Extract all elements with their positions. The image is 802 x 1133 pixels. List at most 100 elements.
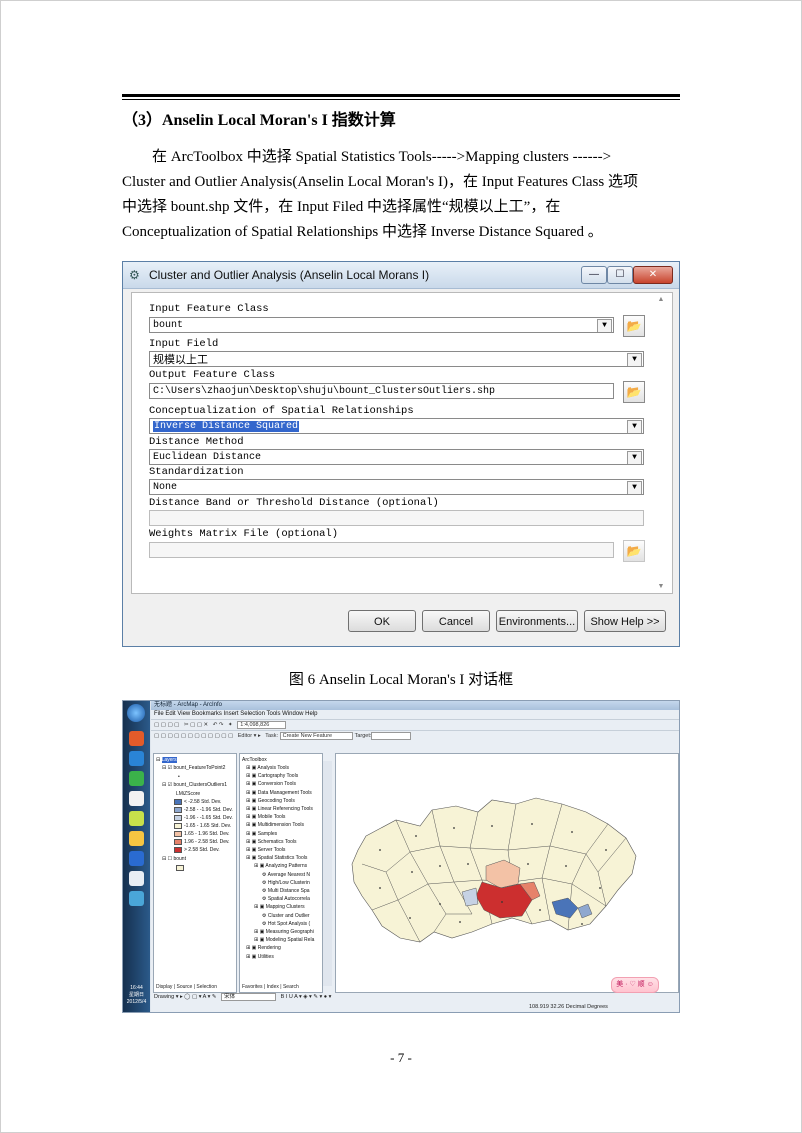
close-button[interactable]: ✕ (633, 266, 673, 284)
toolbox-icon: ⊞ ▣ (246, 806, 258, 812)
app-icon[interactable] (129, 851, 144, 866)
tools-toolbar[interactable] (323, 761, 332, 986)
toolbox-tabs[interactable]: Favorites | Index | Search (242, 983, 299, 991)
app-icon[interactable] (129, 731, 144, 746)
scale-box[interactable]: 1:4,098,826 (237, 721, 287, 729)
target-select[interactable] (371, 732, 412, 740)
input-feature-class-select[interactable]: bount ▼ (149, 317, 614, 333)
toolbox-item[interactable]: ⊞ ▣ Conversion Tools (246, 780, 296, 788)
toolbox-item[interactable]: ⚙ Average Nearest N (262, 871, 310, 879)
open-folder-icon[interactable]: 📂 (623, 381, 645, 403)
toolbox-item-label: Geocoding Tools (257, 797, 295, 804)
toolbox-item[interactable]: ⚙ Cluster and Outlier (262, 912, 310, 920)
task-select[interactable]: Create New Feature (279, 732, 354, 740)
toc-layer[interactable]: ⊟ ☑ bount_ClustersOutliers1 (162, 781, 227, 789)
output-feature-class-input[interactable]: C:\Users\zhaojun\Desktop\shuju\bount_Clu… (149, 383, 614, 399)
toolbox-item[interactable]: ⊞ ▣ Measuring Geographi (254, 928, 314, 936)
toolbox-item[interactable]: ⊞ ▣ Schematics Tools (246, 838, 297, 846)
editor-menu[interactable]: Editor ▾ (238, 733, 257, 739)
tab-search[interactable]: Search (283, 984, 299, 990)
section-heading: （3）Anselin Local Moran's I 指数计算 (122, 112, 396, 129)
toolbox-item[interactable]: ⊞ ▣ Server Tools (246, 846, 285, 854)
chevron-down-icon[interactable]: ▼ (597, 319, 612, 332)
dialog-titlebar[interactable]: ⚙ Cluster and Outlier Analysis (Anselin … (123, 262, 679, 289)
standardization-select[interactable]: None ▼ (149, 479, 644, 495)
maximize-button[interactable]: ☐ (607, 266, 633, 284)
standard-toolbar[interactable]: ▢ ▢ ▢ ▢ ✂ ▢ ▢ ✕ ↶ ↷ ✦ 1:4,098,826 (151, 719, 679, 730)
toolbox-item[interactable]: ⊞ ▣ Linear Referencing Tools (246, 805, 313, 813)
toolbox-item[interactable]: ⊞ ▣ Data Management Tools (246, 789, 312, 797)
toolbox-item[interactable]: ⊞ ▣ Analyzing Patterns (254, 862, 307, 870)
chevron-down-icon[interactable]: ▼ (627, 353, 642, 366)
toolbox-item[interactable]: ⊞ ▣ Analysis Tools (246, 764, 289, 772)
menu-bar[interactable]: File Edit View Bookmarks Insert Selectio… (151, 710, 679, 719)
app-icon[interactable] (129, 831, 144, 846)
font-select[interactable]: 宋体 (221, 993, 277, 1001)
toolbox-item[interactable]: ⊞ ▣ Mobile Tools (246, 813, 285, 821)
toolbox-item[interactable]: ⊞ ▣ Rendering (246, 944, 281, 952)
minimize-button[interactable]: — (581, 266, 607, 284)
chevron-down-icon[interactable]: ▼ (627, 451, 642, 464)
cancel-button[interactable]: Cancel (422, 610, 490, 632)
toolbox-icon: ⊞ ▣ (254, 937, 266, 944)
tab-display[interactable]: Display (156, 984, 172, 990)
toolbox-item[interactable]: ⊞ ▣ Spatial Statistics Tools (246, 854, 307, 862)
distance-band-input[interactable] (149, 510, 644, 526)
chevron-down-icon[interactable]: ▼ (627, 420, 642, 433)
toc-layer[interactable]: ⊟ ☐ bount (162, 855, 186, 863)
tab-favorites[interactable]: Favorites (242, 984, 263, 990)
legend-class: > 2.58 Std. Dev. (174, 846, 220, 854)
distance-method-select[interactable]: Euclidean Distance ▼ (149, 449, 644, 465)
drawing-menu[interactable]: Drawing ▾ (154, 994, 178, 1000)
scroll-down-icon[interactable]: ▼ (655, 583, 667, 590)
start-button-icon[interactable] (127, 704, 145, 722)
tab-selection[interactable]: Selection (196, 984, 217, 990)
toolbox-item[interactable]: ⊞ ▣ Samples (246, 830, 277, 838)
toolbox-item[interactable]: ⚙ Spatial Autocorrela (262, 895, 310, 903)
app-icon[interactable] (129, 811, 144, 826)
open-folder-icon[interactable]: 📂 (623, 315, 645, 337)
conceptualization-select[interactable]: Inverse Distance Squared ▼ (149, 418, 644, 434)
toolbox-item[interactable]: ⊞ ▣ Geocoding Tools (246, 797, 295, 805)
tab-source[interactable]: Source (176, 984, 192, 990)
browser-icon[interactable] (129, 751, 144, 766)
word-icon[interactable] (129, 871, 144, 886)
qq-icon[interactable] (129, 791, 144, 806)
toolbox-item[interactable]: ⚙ High/Low Clusterin (262, 879, 310, 887)
toolbox-item-label: Schematics Tools (257, 838, 297, 845)
toolbox-item[interactable]: ⊞ ▣ Mapping Clusters (254, 903, 305, 911)
toc-layer[interactable]: ⊟ ☑ bount_FeatureToPoint2 (162, 764, 225, 772)
show-help-button[interactable]: Show Help >> (584, 610, 666, 632)
toolbox-item[interactable]: ⊞ ▣ Utilities (246, 953, 274, 961)
toolbox-item[interactable]: ⊞ ▣ Modeling Spatial Rela (254, 936, 314, 944)
weights-matrix-input[interactable] (149, 542, 614, 558)
toolbox-item-label: Analysis Tools (257, 765, 290, 771)
toolbox-item-label: Conversion Tools (257, 781, 296, 788)
scrollbar[interactable]: ▲ ▼ (655, 294, 667, 590)
page-number: - 7 - (390, 1050, 412, 1065)
toolbox-icon: ⊞ ▣ (246, 773, 258, 780)
app-icon[interactable] (129, 771, 144, 786)
ok-button[interactable]: OK (348, 610, 416, 632)
toolbox-icon: ⊞ ▣ (246, 830, 258, 837)
globe-icon[interactable] (129, 891, 144, 906)
tab-index[interactable]: Index (267, 984, 279, 990)
target-label: Target: (354, 733, 372, 739)
environments-button[interactable]: Environments... (496, 610, 578, 632)
editor-toolbar[interactable]: ▢ ▢ ▢ ▢ ▢ ▢ ▢ ▢ ▢ ▢ ▢ ▢ Editor ▾ ▸ Task:… (151, 730, 679, 741)
toolbox-item[interactable]: ⊞ ▣ Multidimension Tools (246, 821, 304, 829)
toolbox-item[interactable]: ⊞ ▣ Cartography Tools (246, 772, 298, 780)
drawing-toolbar[interactable]: Drawing ▾ ▸ ◯ ▢ ▾ A ▾ ✎ 宋体 B I U A ▾ ◈ ▾… (151, 993, 679, 1002)
header-rule-thin (122, 99, 680, 100)
toolbox-item[interactable]: ⚙ Multi Distance Spa (262, 887, 310, 895)
map-view[interactable] (335, 753, 679, 993)
chevron-down-icon[interactable]: ▼ (627, 481, 642, 494)
input-field-select[interactable]: 规模以上工 ▼ (149, 351, 644, 367)
toc-tabs[interactable]: Display | Source | Selection (156, 983, 217, 991)
toolbox-item[interactable]: ⚙ Hot Spot Analysis ( (262, 920, 310, 928)
scroll-up-icon[interactable]: ▲ (655, 296, 667, 303)
toolbox-item-label: Multidimension Tools (257, 822, 305, 829)
ime-badge[interactable]: 美 · ♡ 顺 ☺ (611, 977, 659, 993)
toolbox-icon: ⊞ ▣ (254, 904, 266, 911)
toolbox-item-label: Modeling Spatial Rela (265, 937, 315, 944)
